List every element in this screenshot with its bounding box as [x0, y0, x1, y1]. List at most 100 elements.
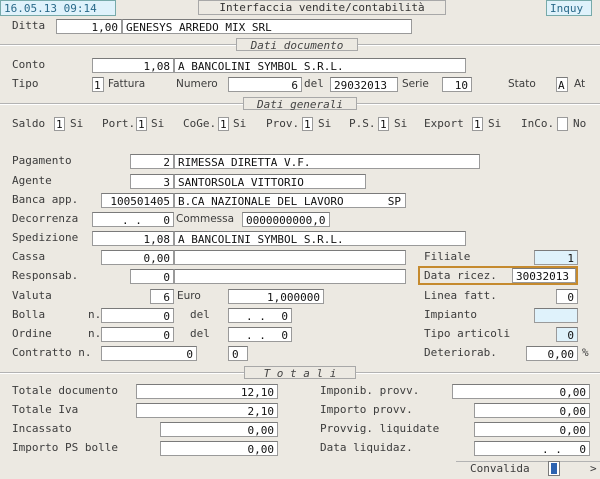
ps-desc: Si	[394, 117, 408, 130]
ditta-name-field[interactable]: GENESYS ARREDO MIX SRL	[122, 19, 412, 34]
coge-label: CoGe.	[183, 117, 217, 130]
deteriorab-field[interactable]: 0,00	[526, 346, 578, 361]
section-dati-generali: Dati generali	[243, 97, 357, 111]
banca-desc-text: B.CA NAZIONALE DEL LAVORO	[178, 195, 344, 208]
agente-label: Agente	[12, 174, 52, 187]
provvig-label: Provvig. liquidate	[320, 422, 440, 435]
tipo-field[interactable]: 1	[92, 77, 104, 92]
mode-indicator: Inquy	[546, 0, 592, 16]
respons-label: Responsab.	[12, 269, 79, 282]
agente-code-field[interactable]: 3	[130, 174, 174, 189]
port-label: Port.	[102, 117, 136, 130]
data-liquidaz-num: 0	[579, 443, 586, 456]
ordine-del-date: . .	[246, 329, 266, 342]
commessa-field[interactable]: 0000000000,0	[242, 212, 330, 227]
convalida-field[interactable]	[548, 461, 560, 476]
tipo-articoli-field[interactable]: 0	[556, 327, 578, 342]
window-title: Interfaccia vendite/contabilità	[198, 0, 446, 15]
importo-provv-field[interactable]: 0,00	[474, 403, 590, 418]
totale-documento-label: Totale documento	[12, 384, 118, 397]
contratto-n-field[interactable]: 0	[101, 346, 197, 361]
ordine-del-label: del	[190, 327, 210, 340]
data-ricez-label: Data ricez.	[424, 269, 497, 282]
data-ricez-field[interactable]: 30032013	[512, 268, 576, 283]
totale-iva-label: Totale Iva	[12, 403, 79, 416]
valuta-code-field[interactable]: 6	[150, 289, 174, 304]
incassato-field[interactable]: 0,00	[160, 422, 278, 437]
cassa-desc-field[interactable]	[174, 250, 406, 265]
ditta-code-field[interactable]: 1,00	[56, 19, 122, 34]
ordine-del-field[interactable]: . . 0	[228, 327, 292, 342]
del-date-field[interactable]: 29032013	[330, 77, 398, 92]
banca-suffix-text: SP	[387, 195, 401, 208]
linea-fatt-label: Linea fatt.	[424, 289, 497, 302]
section-totali: T o t a l i	[244, 366, 356, 380]
ordine-n-label: n.	[88, 327, 102, 340]
valuta-rate-field[interactable]: 1,000000	[228, 289, 324, 304]
bolla-del-field[interactable]: . . 0	[228, 308, 292, 323]
ps-field[interactable]: 1	[378, 117, 389, 131]
contratto-2-field[interactable]: 0	[228, 346, 248, 361]
bolla-label: Bolla	[12, 308, 46, 321]
coge-field[interactable]: 1	[218, 117, 229, 131]
respons-desc-field[interactable]	[174, 269, 406, 284]
pagamento-desc-field[interactable]: RIMESSA DIRETTA V.F.	[174, 154, 480, 169]
bolla-n-field[interactable]: 0	[101, 308, 174, 323]
data-liquidaz-field[interactable]: . . 0	[474, 441, 590, 456]
numero-label: Numero	[176, 78, 218, 90]
importo-ps-label: Importo PS bolle	[12, 441, 118, 454]
inco-label: InCo.	[521, 117, 555, 130]
ordine-n-field[interactable]: 0	[101, 327, 174, 342]
ditta-label: Ditta	[12, 19, 46, 32]
incassato-label: Incassato	[12, 422, 72, 435]
importo-provv-label: Importo provv.	[320, 403, 413, 416]
totale-iva-field[interactable]: 2,10	[136, 403, 278, 418]
saldo-field[interactable]: 1	[54, 117, 65, 131]
next-arrow-icon[interactable]: >	[590, 462, 597, 476]
export-field[interactable]: 1	[472, 117, 483, 131]
saldo-desc: Si	[70, 117, 84, 130]
agente-desc-field[interactable]: SANTORSOLA VITTORIO	[174, 174, 366, 189]
deteriorab-label: Deteriorab.	[424, 346, 497, 359]
valuta-desc: Euro	[177, 290, 201, 302]
convalida-label: Convalida	[470, 462, 530, 475]
export-label: Export	[424, 117, 464, 130]
bolla-del-num: 0	[281, 310, 288, 323]
section-dati-documento: Dati documento	[236, 38, 358, 52]
decorrenza-field[interactable]: . . 0	[92, 212, 174, 227]
spedizione-desc-field[interactable]: A BANCOLINI SYMBOL S.R.L.	[174, 231, 466, 246]
imponib-field[interactable]: 0,00	[452, 384, 590, 399]
respons-field[interactable]: 0	[130, 269, 174, 284]
serie-field[interactable]: 10	[442, 77, 472, 92]
banca-desc-field[interactable]: B.CA NAZIONALE DEL LAVORO SP	[174, 193, 406, 208]
contratto-label: Contratto n.	[12, 346, 92, 359]
conto-label: Conto	[12, 58, 46, 71]
impianto-field[interactable]	[534, 308, 578, 323]
port-field[interactable]: 1	[136, 117, 147, 131]
conto-code-field[interactable]: 1,08	[92, 58, 174, 73]
numero-field[interactable]: 6	[228, 77, 302, 92]
linea-fatt-field[interactable]: 0	[556, 289, 578, 304]
filiale-field[interactable]: 1	[534, 250, 578, 265]
datetime-display: 16.05.13 09:14	[0, 0, 116, 16]
spedizione-code-field[interactable]: 1,08	[92, 231, 174, 246]
totale-documento-field[interactable]: 12,10	[136, 384, 278, 399]
stato-field[interactable]: A	[556, 77, 568, 92]
valuta-label: Valuta	[12, 289, 52, 302]
provvig-field[interactable]: 0,00	[474, 422, 590, 437]
importo-ps-field[interactable]: 0,00	[160, 441, 278, 456]
spedizione-label: Spedizione	[12, 231, 79, 244]
decorrenza-num-text: 0	[163, 214, 170, 227]
inco-field[interactable]	[557, 117, 568, 131]
deteriorab-unit: %	[582, 346, 589, 359]
banca-label: Banca app.	[12, 193, 79, 206]
prov-desc: Si	[318, 117, 332, 130]
prov-field[interactable]: 1	[302, 117, 313, 131]
decorrenza-date-text: . .	[122, 214, 142, 227]
pagamento-code-field[interactable]: 2	[130, 154, 174, 169]
cassa-field[interactable]: 0,00	[101, 250, 174, 265]
data-liquidaz-label: Data liquidaz.	[320, 441, 413, 454]
inco-desc: No	[573, 117, 587, 130]
banca-code-field[interactable]: 100501405	[101, 193, 174, 208]
conto-name-field[interactable]: A BANCOLINI SYMBOL S.R.L.	[174, 58, 466, 73]
